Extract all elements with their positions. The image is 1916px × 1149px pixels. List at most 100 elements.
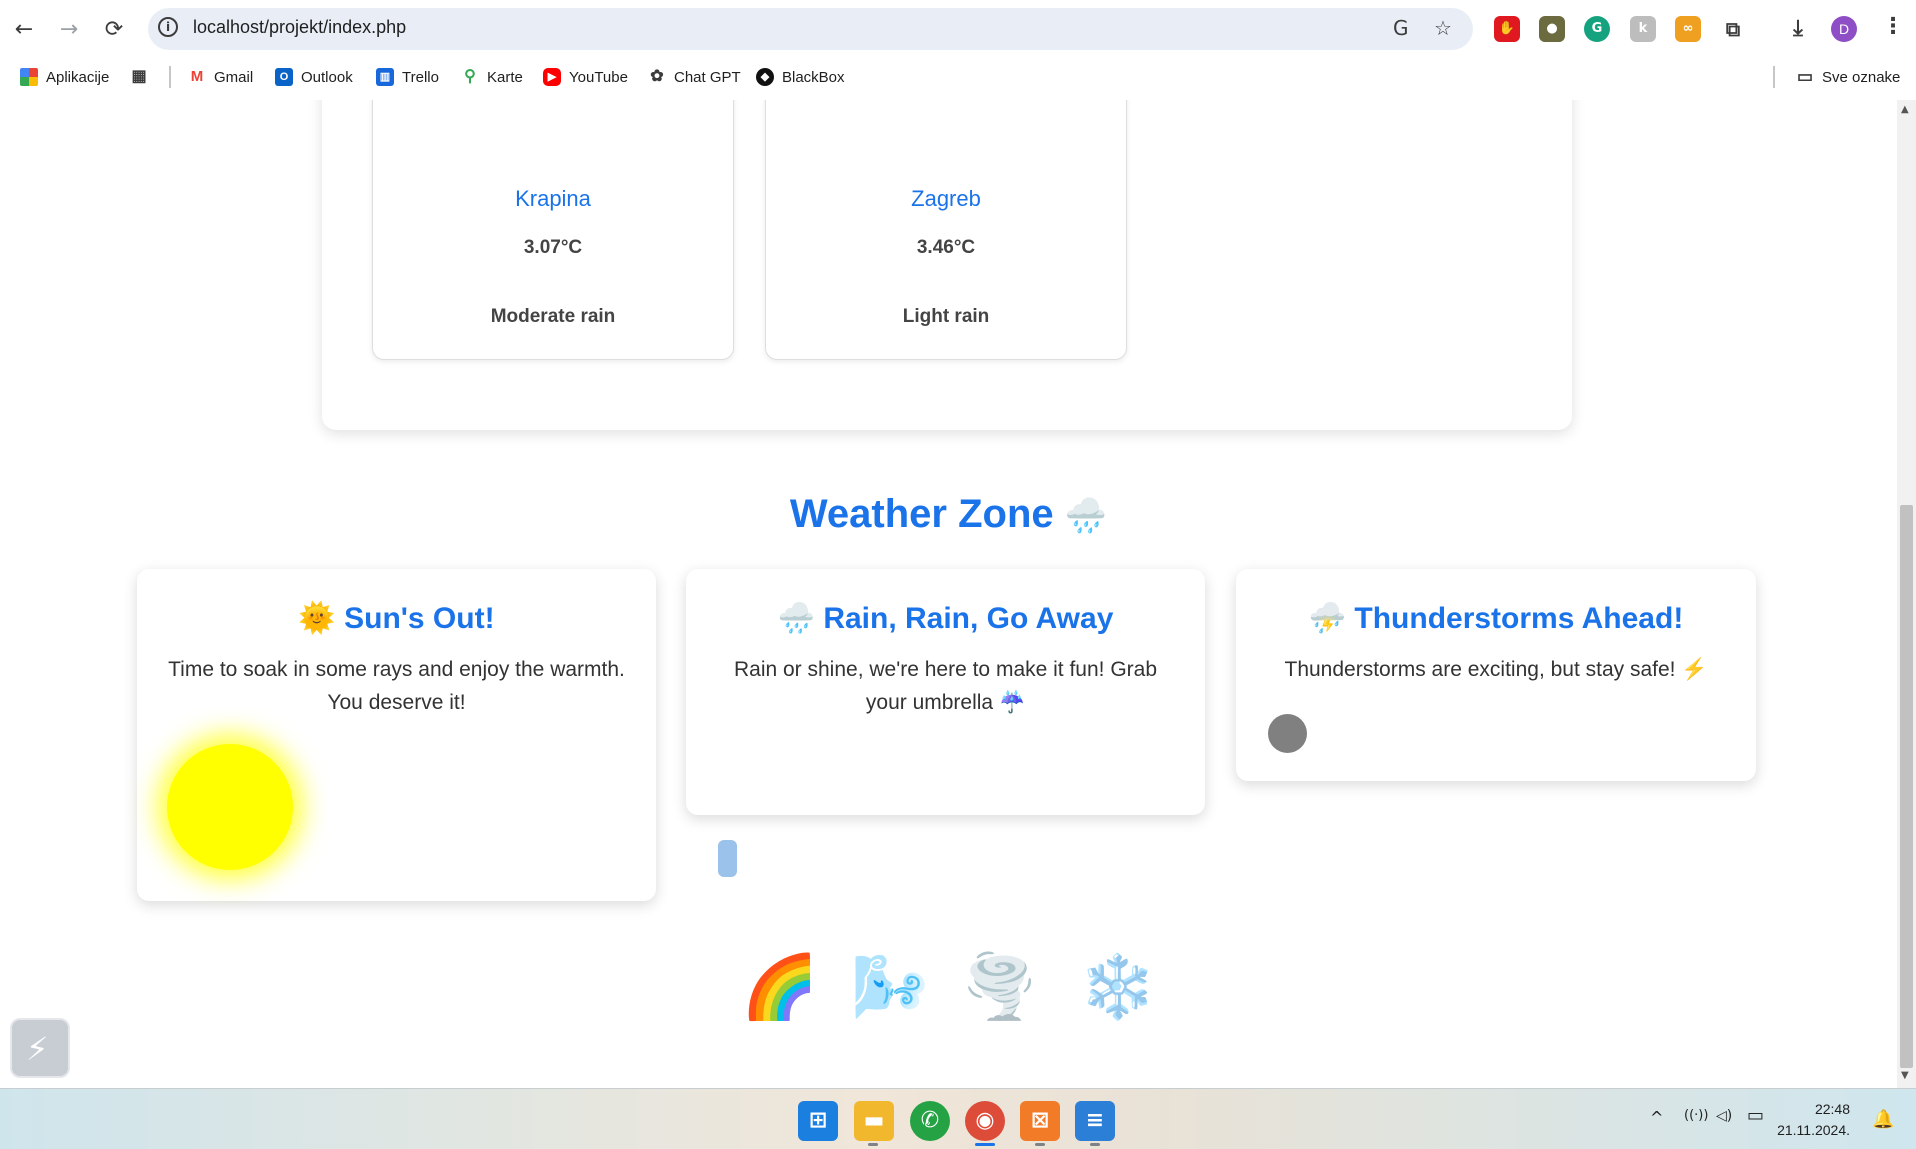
notification-bell-icon[interactable]: 🔔 xyxy=(1872,1109,1894,1130)
snowflake-icon[interactable]: ❄️ xyxy=(1073,950,1163,1030)
page-content: Krapina 3.07°C Moderate rain Zagreb 3.46… xyxy=(0,100,1897,1088)
extension-glasses-icon[interactable]: ∞ xyxy=(1675,16,1701,42)
opera-adblock-icon[interactable]: ✋ xyxy=(1494,16,1520,42)
maps-icon: ⚲ xyxy=(464,68,476,85)
rain-cloud-icon: 🌧️ xyxy=(1064,497,1108,535)
scroll-up-icon[interactable]: ▲ xyxy=(1901,104,1909,115)
url-text[interactable]: localhost/projekt/index.php xyxy=(193,17,406,38)
bookmark-aplikacije[interactable]: Aplikacije xyxy=(20,68,109,86)
separator xyxy=(1773,66,1775,88)
card-title-text: Rain, Rain, Go Away xyxy=(823,602,1114,635)
floating-assistant-button[interactable]: ⚡ xyxy=(10,1018,70,1078)
bookmark-label: YouTube xyxy=(569,68,628,86)
lightning-slash-icon: ⚡ xyxy=(26,1030,49,1068)
card-text: Time to soak in some rays and enjoy the … xyxy=(168,658,625,714)
city-temperature: 3.46°C xyxy=(916,237,976,258)
forward-button[interactable]: → xyxy=(51,11,87,47)
grammarly-icon[interactable]: G xyxy=(1584,16,1610,42)
tray-chevron-icon[interactable]: ^ xyxy=(1650,1108,1663,1127)
storm-animation xyxy=(1268,714,1307,753)
bookmark-star-icon[interactable]: ☆ xyxy=(1434,16,1452,40)
bookmark-grid[interactable]: ▦ xyxy=(130,68,148,86)
card-title-text: Sun's Out! xyxy=(344,602,495,635)
storm-card[interactable]: ⛈️ Thunderstorms Ahead! Thunderstorms ar… xyxy=(1236,569,1756,781)
bookmark-gmail[interactable]: M Gmail xyxy=(188,68,253,86)
city-weather-panel: Krapina 3.07°C Moderate rain Zagreb 3.46… xyxy=(322,100,1572,430)
reload-icon: ⟳ xyxy=(104,16,124,42)
bookmark-youtube[interactable]: ▶ YouTube xyxy=(543,68,628,86)
bookmark-blackbox[interactable]: ◆ BlackBox xyxy=(756,68,845,86)
browser-toolbar: ← → ⟳ i localhost/projekt/index.php G ☆ … xyxy=(0,0,1916,58)
rain-card[interactable]: 🌧️ Rain, Rain, Go Away Rain or shine, we… xyxy=(686,569,1205,815)
sun-icon: 🌞 xyxy=(298,602,336,635)
sun-animation xyxy=(167,744,293,870)
city-name: Zagreb xyxy=(911,186,981,211)
scroll-thumb[interactable] xyxy=(1900,505,1913,1068)
puzzle-extensions-icon[interactable]: ⧉ xyxy=(1720,16,1746,42)
site-info-icon[interactable]: i xyxy=(158,17,178,37)
page-scrollbar[interactable]: ▲ ▼ xyxy=(1897,100,1916,1088)
wifi-icon[interactable]: ((·)) xyxy=(1684,1108,1708,1123)
browser-menu-icon[interactable]: ⋮ xyxy=(1882,14,1904,39)
bookmark-label: Karte xyxy=(487,68,523,86)
sun-card-title: 🌞 Sun's Out! xyxy=(137,601,656,636)
grid-icon: ▦ xyxy=(131,68,147,85)
shield-extension-icon[interactable]: ● xyxy=(1539,16,1565,42)
download-icon[interactable]: ⤓ xyxy=(1785,16,1811,42)
bookmark-label: BlackBox xyxy=(782,68,845,86)
outlook-icon: O xyxy=(275,68,293,86)
all-bookmarks-button[interactable]: ▭ Sve oznake xyxy=(1796,68,1900,86)
bookmark-karte[interactable]: ⚲ Karte xyxy=(461,68,523,86)
thunder-cloud-icon: ⛈️ xyxy=(1308,602,1347,635)
card-title-text: Thunderstorms Ahead! xyxy=(1354,602,1684,635)
battery-icon[interactable]: ▭ xyxy=(1747,1105,1764,1126)
bookmark-outlook[interactable]: O Outlook xyxy=(275,68,353,86)
reload-button[interactable]: ⟳ xyxy=(96,11,132,47)
extension-k-icon[interactable]: k xyxy=(1630,16,1656,42)
volume-icon[interactable]: ◁) xyxy=(1716,1108,1732,1124)
back-button[interactable]: ← xyxy=(6,11,42,47)
bookmark-label: Gmail xyxy=(214,68,254,86)
xampp-icon[interactable]: ⊠ xyxy=(1020,1101,1060,1141)
city-card-krapina: Krapina 3.07°C Moderate rain xyxy=(372,100,734,360)
clock[interactable]: 22:48 21.11.2024. xyxy=(1770,1099,1850,1141)
wind-face-icon[interactable]: 🌬️ xyxy=(845,950,935,1030)
running-indicator xyxy=(1090,1143,1100,1146)
clock-time: 22:48 xyxy=(1814,1101,1850,1117)
rainbow-icon[interactable]: 🌈 xyxy=(735,950,825,1030)
zone-title-text: Weather Zone xyxy=(789,492,1054,536)
blackbox-icon: ◆ xyxy=(756,68,774,86)
back-arrow-icon: ← xyxy=(14,16,34,42)
folder-icon: ▭ xyxy=(1796,67,1814,86)
chatgpt-icon: ✿ xyxy=(650,68,664,85)
bookmark-label: Trello xyxy=(402,68,439,86)
profile-avatar[interactable]: D xyxy=(1831,16,1857,42)
card-text: Thunderstorms are exciting, but stay saf… xyxy=(1284,658,1708,681)
separator xyxy=(169,66,171,88)
rain-drop-animation xyxy=(718,840,737,877)
trello-icon: ▥ xyxy=(376,68,394,86)
tornado-icon[interactable]: 🌪️ xyxy=(955,950,1045,1030)
bookmark-chatgpt[interactable]: ✿ Chat GPT xyxy=(648,68,740,86)
whatsapp-icon[interactable]: ✆ xyxy=(910,1101,950,1141)
clock-date: 21.11.2024. xyxy=(1777,1122,1850,1138)
windows-start-icon[interactable]: ⊞ xyxy=(798,1101,838,1141)
forward-arrow-icon: → xyxy=(59,16,79,42)
translate-icon[interactable]: G xyxy=(1393,16,1409,40)
city-temperature: 3.07°C xyxy=(523,237,583,258)
city-description: Light rain xyxy=(902,306,990,327)
sun-card[interactable]: 🌞 Sun's Out! Time to soak in some rays a… xyxy=(137,569,656,901)
all-bookmarks-label: Sve oznake xyxy=(1822,68,1901,86)
bookmark-trello[interactable]: ▥ Trello xyxy=(376,68,439,86)
notepad-icon[interactable]: ≡ xyxy=(1075,1101,1115,1141)
city-description: Moderate rain xyxy=(490,306,616,327)
active-indicator xyxy=(975,1143,995,1146)
card-text: Rain or shine, we're here to make it fun… xyxy=(733,658,1158,714)
scroll-down-icon[interactable]: ▼ xyxy=(1901,1070,1909,1081)
apps-grid-icon xyxy=(20,68,38,86)
bookmark-label: Outlook xyxy=(301,68,353,86)
file-explorer-icon[interactable]: ▬ xyxy=(854,1101,894,1141)
gmail-icon: M xyxy=(190,68,204,85)
chrome-icon[interactable]: ◉ xyxy=(965,1101,1005,1141)
storm-card-title: ⛈️ Thunderstorms Ahead! xyxy=(1236,601,1756,636)
